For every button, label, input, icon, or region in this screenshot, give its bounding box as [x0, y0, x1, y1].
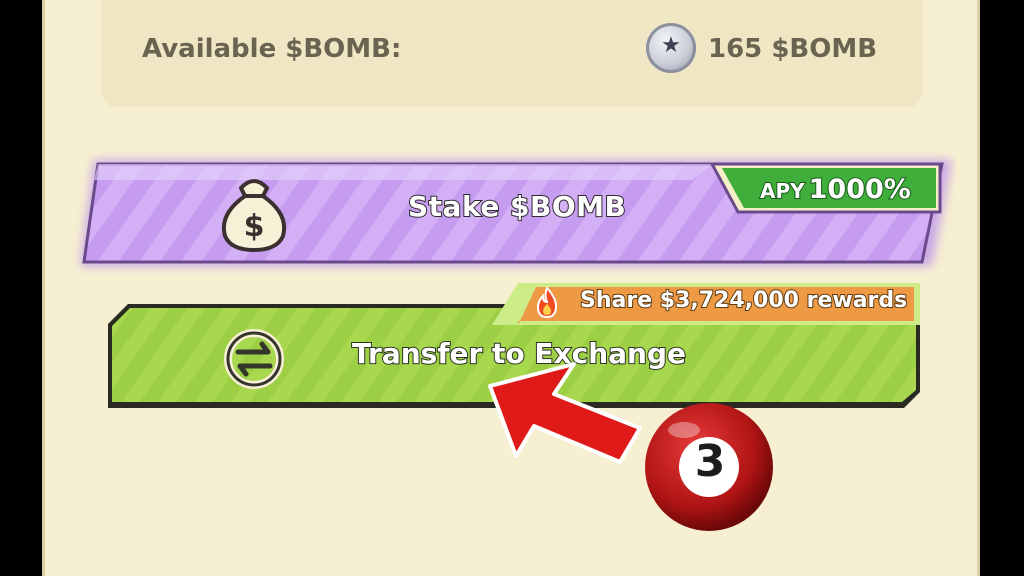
apy-prefix: APY — [759, 178, 806, 204]
available-balance-value: 165 $BOMB — [708, 34, 878, 64]
rewards-text: Share $3,724,000 rewards — [579, 287, 908, 314]
flame-icon — [536, 286, 558, 319]
step-number: 3 — [694, 436, 726, 487]
available-balance-label: Available $BOMB: — [142, 34, 402, 64]
swap-arrows-icon — [224, 329, 284, 389]
bomb-coin-icon — [646, 23, 696, 73]
stake-button-label: Stake $BOMB — [407, 189, 627, 224]
panel-right-border — [977, 0, 980, 576]
svg-text:$: $ — [244, 209, 265, 244]
money-bag-icon: $ — [222, 179, 286, 252]
apy-text: APY 1000% — [759, 173, 912, 206]
apy-value: 1000% — [808, 173, 912, 206]
panel-left-border — [42, 0, 45, 576]
